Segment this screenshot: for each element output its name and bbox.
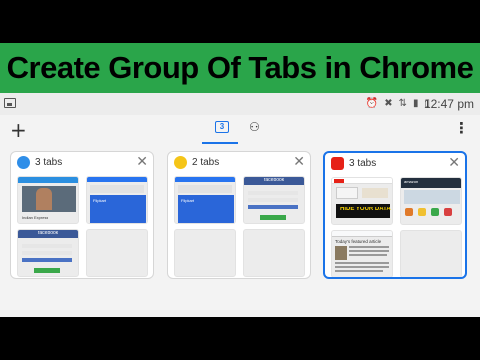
card-header: 3 tabs ✕ [11,152,153,174]
group-favicon-icon [17,156,30,169]
group-favicon-icon [174,156,187,169]
tab-group-card-3[interactable]: 3 tabs ✕ HIDE YOUR DATA amazon Today's f… [323,151,467,279]
thumb-input [22,251,72,255]
sync-icon: ⇅ [398,98,407,109]
group-title: 3 tabs [35,157,63,168]
thumb-category [431,208,439,216]
tab-thumbnail: Flipkart [174,176,236,224]
card-header: 3 tabs ✕ [325,153,465,175]
bottom-letterbox [0,317,480,360]
incognito-icon[interactable]: ⚇ [249,119,260,135]
thumb-text: Flipkart [181,198,195,203]
new-tab-plus-icon[interactable]: + [10,118,27,142]
thumb-text: amazon [404,179,419,184]
tab-thumbnail-empty [400,230,462,277]
tab-thumbnail-empty [86,229,148,277]
thumb-image [362,188,388,198]
thumb-line [349,254,387,256]
close-icon[interactable]: ✕ [448,154,460,172]
thumb-header-bar [175,177,235,182]
phone-screen: ⏰ ✖ ⇅ ▮ ▯ 12:47 pm + 3 ⚇ ⋮ 3 tabs ✕ Indi… [0,93,480,317]
thumb-category [418,208,426,216]
tab-group-card-2[interactable]: 2 tabs ✕ Flipkart facebook [167,151,311,279]
tab-thumbnail-empty [243,229,305,277]
thumb-text: Indian Express [22,215,49,220]
thumb-text: HIDE YOUR DATA [340,207,391,212]
tab-group-card-1[interactable]: 3 tabs ✕ Indian Express Flipkart faceboo… [10,151,154,279]
mute-icon: ✖ [384,98,393,109]
tab-thumbnail: Flipkart [86,176,148,224]
thumb-text: facebook [264,178,285,183]
thumb-products [90,185,144,193]
group-title: 2 tabs [192,157,220,168]
thumb-line [335,262,389,264]
youtube-logo-icon [334,179,344,183]
alarm-icon: ⏰ [365,98,379,109]
thumb-input [248,198,298,202]
thumb-button [260,215,286,220]
thumb-text: facebook [38,231,59,236]
signal-icon: ▮ [412,98,419,109]
close-icon[interactable]: ✕ [136,153,148,171]
tab-thumbnail: Indian Express [17,176,79,224]
thumb-button [34,268,60,273]
thumb-button [248,205,298,209]
tab-thumbnail: HIDE YOUR DATA [331,177,393,225]
tab-thumbnail: facebook [243,176,305,224]
thumb-line [349,246,389,248]
thumb-badge [336,187,358,199]
card-header: 2 tabs ✕ [168,152,310,174]
title-banner: Create Group Of Tabs in Chrome [0,43,480,93]
thumb-input [22,244,72,248]
thumb-line [349,250,389,252]
tab-thumbnail: Today's featured article [331,230,393,277]
thumb-line [335,266,389,268]
thumb-text: Today's featured article [335,239,382,244]
thumb-header-bar [332,231,392,237]
thumb-person [36,188,52,210]
tab-thumbnail: amazon [400,177,462,225]
tab-count-icon[interactable]: 3 [215,121,229,133]
thumb-banner [404,190,460,204]
status-bar: ⏰ ✖ ⇅ ▮ ▯ 12:47 pm [0,93,480,115]
group-favicon-icon [331,157,344,170]
banner-title: Create Group Of Tabs in Chrome [6,50,474,85]
close-icon[interactable]: ✕ [293,153,305,171]
status-icons: ⏰ ✖ ⇅ ▮ ▯ [366,97,430,111]
thumb-category [444,208,452,216]
tab-switcher-toolbar: + 3 ⚇ ⋮ [0,115,480,145]
active-tab-indicator [202,142,238,144]
thumb-category [405,208,413,216]
group-title: 3 tabs [349,158,377,169]
status-time: 12:47 pm [423,97,474,111]
thumb-input [248,191,298,195]
thumb-button [22,258,72,262]
thumb-image [335,246,347,260]
thumb-header-bar [18,177,78,183]
thumb-line [335,270,383,272]
thumb-text: Flipkart [93,198,107,203]
thumb-products [178,185,232,193]
tab-thumbnail: facebook [17,229,79,277]
tab-thumbnail-empty [174,229,236,277]
more-menu-icon[interactable]: ⋮ [454,118,469,138]
gallery-icon [4,98,16,108]
thumb-header-bar [87,177,147,182]
